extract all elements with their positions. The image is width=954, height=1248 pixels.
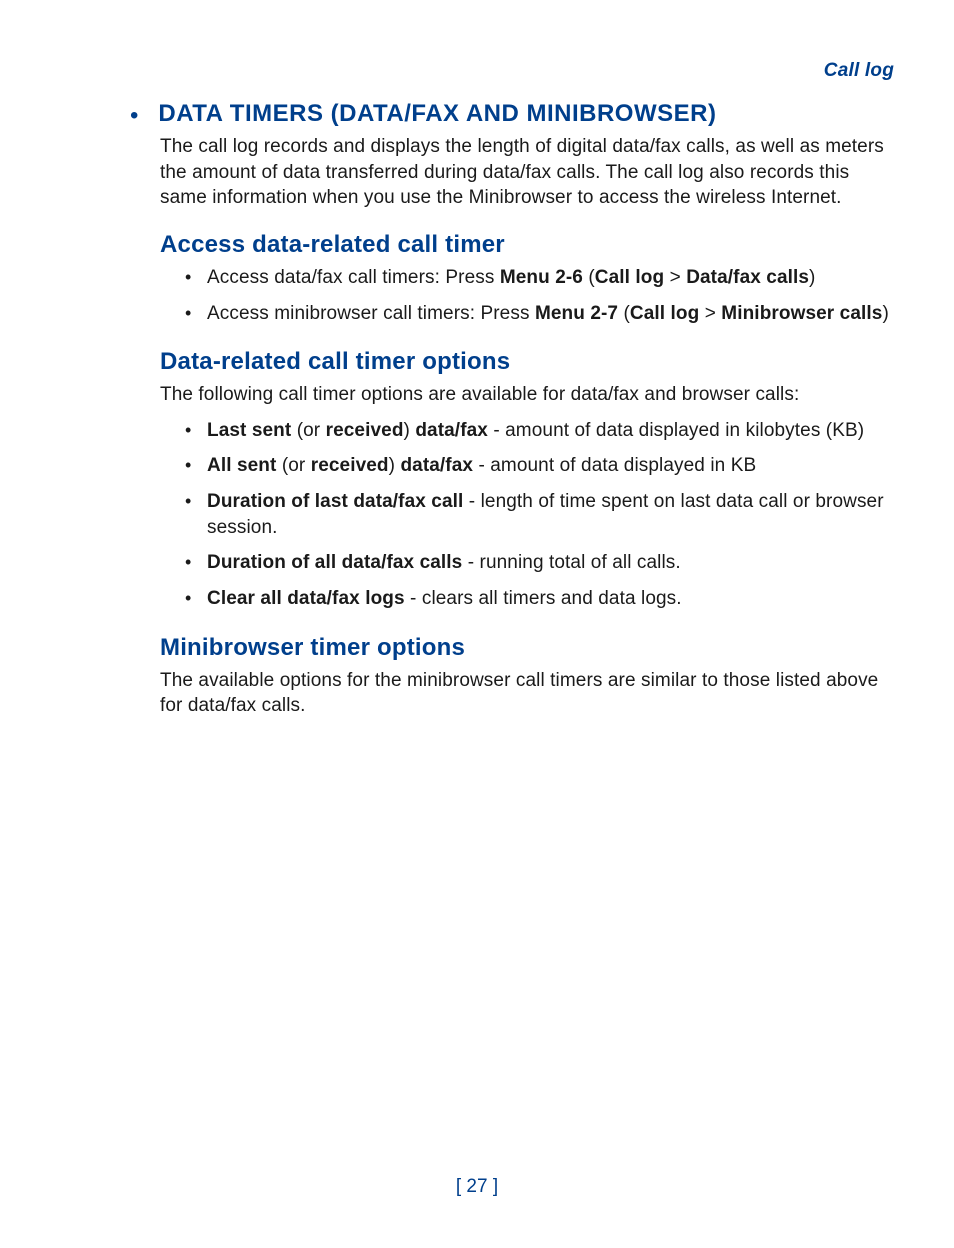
text-bold: received	[311, 455, 389, 476]
text-bold: All sent	[207, 455, 276, 476]
options-intro: The following call timer options are ava…	[60, 382, 894, 408]
minibrowser-paragraph: The available options for the minibrowse…	[60, 668, 894, 719]
list-item: Access minibrowser call timers: Press Me…	[185, 301, 894, 327]
text: - running total of all calls.	[462, 552, 680, 573]
list-item: Access data/fax call timers: Press Menu …	[185, 265, 894, 291]
text: Access data/fax call timers: Press	[207, 267, 500, 288]
running-header: Call log	[60, 60, 894, 82]
list-item: Last sent (or received) data/fax - amoun…	[185, 418, 894, 444]
page: Call log • DATA TIMERS (DATA/FAX AND MIN…	[0, 0, 954, 1248]
text-bold: Data/fax calls	[686, 267, 809, 288]
text: (or	[291, 420, 325, 441]
text-bold: Minibrowser calls	[721, 303, 882, 324]
text-bold: received	[326, 420, 404, 441]
text: (	[583, 267, 595, 288]
bullet-icon: •	[130, 104, 138, 128]
text: - amount of data displayed in kilobytes …	[488, 420, 864, 441]
list-item: Duration of all data/fax calls - running…	[185, 550, 894, 576]
text: )	[389, 455, 401, 476]
access-list: Access data/fax call timers: Press Menu …	[60, 265, 894, 326]
text: )	[404, 420, 416, 441]
section-heading-access: Access data-related call timer	[60, 231, 894, 259]
text-bold: data/fax	[415, 420, 488, 441]
text-bold: Last sent	[207, 420, 291, 441]
intro-paragraph: The call log records and displays the le…	[60, 134, 894, 211]
text: Access minibrowser call timers: Press	[207, 303, 535, 324]
text-bold: data/fax	[400, 455, 473, 476]
text: (	[618, 303, 630, 324]
list-item: All sent (or received) data/fax - amount…	[185, 453, 894, 479]
text-bold: Clear all data/fax logs	[207, 588, 405, 609]
text: )	[882, 303, 888, 324]
section-heading-minibrowser: Minibrowser timer options	[60, 634, 894, 662]
text: (or	[276, 455, 310, 476]
text-bold: Duration of all data/fax calls	[207, 552, 462, 573]
text: >	[699, 303, 721, 324]
text-bold: Menu 2-7	[535, 303, 618, 324]
text-bold: Call log	[595, 267, 664, 288]
text-bold: Duration of last data/fax call	[207, 491, 463, 512]
text: - amount of data displayed in KB	[473, 455, 756, 476]
text-bold: Call log	[630, 303, 699, 324]
list-item: Clear all data/fax logs - clears all tim…	[185, 586, 894, 612]
text: - clears all timers and data logs.	[405, 588, 682, 609]
main-heading-row: • DATA TIMERS (DATA/FAX AND MINIBROWSER)	[60, 100, 894, 128]
text: )	[809, 267, 815, 288]
text: >	[664, 267, 686, 288]
text-bold: Menu 2-6	[500, 267, 583, 288]
options-list: Last sent (or received) data/fax - amoun…	[60, 418, 894, 612]
section-heading-options: Data-related call timer options	[60, 348, 894, 376]
list-item: Duration of last data/fax call - length …	[185, 489, 894, 540]
main-heading: DATA TIMERS (DATA/FAX AND MINIBROWSER)	[158, 100, 716, 128]
page-number: [ 27 ]	[0, 1176, 954, 1198]
